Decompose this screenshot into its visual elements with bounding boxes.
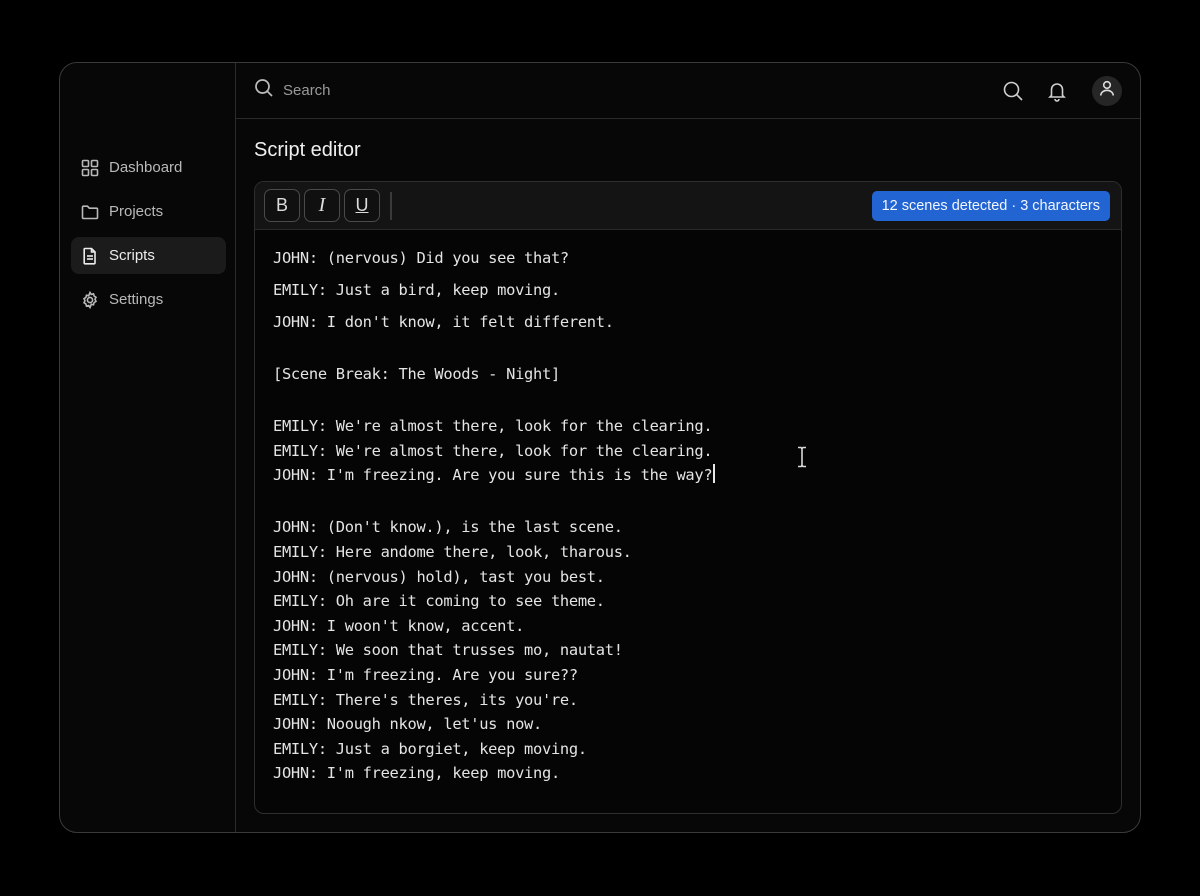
script-line: JOHN: (nervous) Did you see that? — [273, 249, 569, 267]
script-line: JOHN: Noough nkow, let'us now. — [273, 715, 542, 734]
script-line: EMILY: Just a bird, keep moving. — [273, 280, 560, 299]
underline-button[interactable]: U — [344, 189, 380, 222]
sidebar-item-dashboard[interactable]: Dashboard — [71, 149, 226, 186]
sidebar-item-scripts[interactable]: Scripts — [71, 237, 226, 274]
script-line: JOHN: (Don't know.), is the last scene. — [273, 518, 623, 537]
sidebar-item-projects[interactable]: Projects — [71, 193, 226, 230]
ibeam-cursor-icon — [797, 446, 807, 468]
script-line: EMILY: We're almost there, look for the … — [273, 417, 713, 436]
script-line: EMILY: Oh are it coming to see theme. — [273, 592, 605, 611]
user-icon — [1098, 79, 1116, 102]
line-spacer — [273, 335, 1121, 363]
document-icon — [81, 247, 99, 265]
italic-button[interactable]: I — [304, 189, 340, 222]
script-line: JOHN: (nervous) hold), tast you best. — [273, 567, 605, 586]
bold-button[interactable]: B — [264, 189, 300, 222]
script-line: EMILY: There's theres, its you're. — [273, 690, 578, 709]
sidebar-item-settings[interactable]: Settings — [71, 281, 226, 318]
app-window: Dashboard Projects Scripts Settings Sear… — [59, 62, 1141, 833]
line-spacer — [273, 303, 1121, 310]
script-line: JOHN: I'm freezing. Are you sure this is… — [273, 463, 1121, 488]
sidebar-item-label: Settings — [109, 291, 164, 308]
script-line: EMILY: We're almost there, look for the … — [273, 441, 713, 460]
sidebar-item-label: Scripts — [109, 247, 155, 264]
script-line: JOHN: I don't know, it felt different. — [273, 312, 614, 331]
toolbar-divider — [390, 191, 392, 220]
topbar — [236, 63, 1140, 119]
search-icon — [254, 78, 274, 103]
sidebar: Dashboard Projects Scripts Settings — [60, 63, 236, 832]
search-bar — [254, 78, 980, 103]
search-icon[interactable] — [1002, 80, 1024, 102]
line-spacer — [273, 387, 1121, 415]
script-line: EMILY: Just a borgiet, keep moving. — [273, 739, 587, 758]
editor-toolbar: B I U 12 scenes detected · 3 characters — [255, 182, 1121, 230]
bell-icon[interactable] — [1046, 80, 1068, 102]
status-badge: 12 scenes detected · 3 characters — [871, 190, 1110, 221]
topbar-actions — [980, 75, 1122, 106]
grid-icon — [81, 159, 99, 177]
avatar[interactable] — [1092, 75, 1122, 106]
line-spacer — [273, 488, 1121, 516]
sidebar-item-label: Projects — [109, 203, 164, 220]
script-editor: B I U 12 scenes detected · 3 characters … — [254, 181, 1122, 814]
script-line-text: JOHN: I'm freezing. Are you sure this is… — [273, 466, 713, 485]
line-spacer — [273, 271, 1121, 278]
script-line: EMILY: Here andome there, look, tharous. — [273, 543, 632, 562]
gear-icon — [81, 290, 99, 309]
script-line: JOHN: I'm freezing. Are you sure?? — [273, 666, 578, 684]
page-title: Script editor — [254, 139, 361, 161]
text-caret — [713, 464, 715, 484]
sidebar-item-label: Dashboard — [109, 159, 183, 176]
script-line: JOHN: I woon't know, accent. — [273, 616, 525, 635]
script-text-area[interactable]: JOHN: (nervous) Did you see that? EMILY:… — [255, 230, 1121, 786]
script-line: JOHN: I'm freezing, keep moving. — [273, 764, 560, 783]
script-line: EMILY: We soon that trusses mo, nautat! — [273, 641, 623, 660]
script-line: [Scene Break: The Woods - Night] — [273, 365, 560, 384]
search-input[interactable] — [283, 82, 583, 99]
main-panel: Script editor B I U 12 scenes detected ·… — [236, 63, 1140, 832]
folder-icon — [81, 203, 99, 221]
